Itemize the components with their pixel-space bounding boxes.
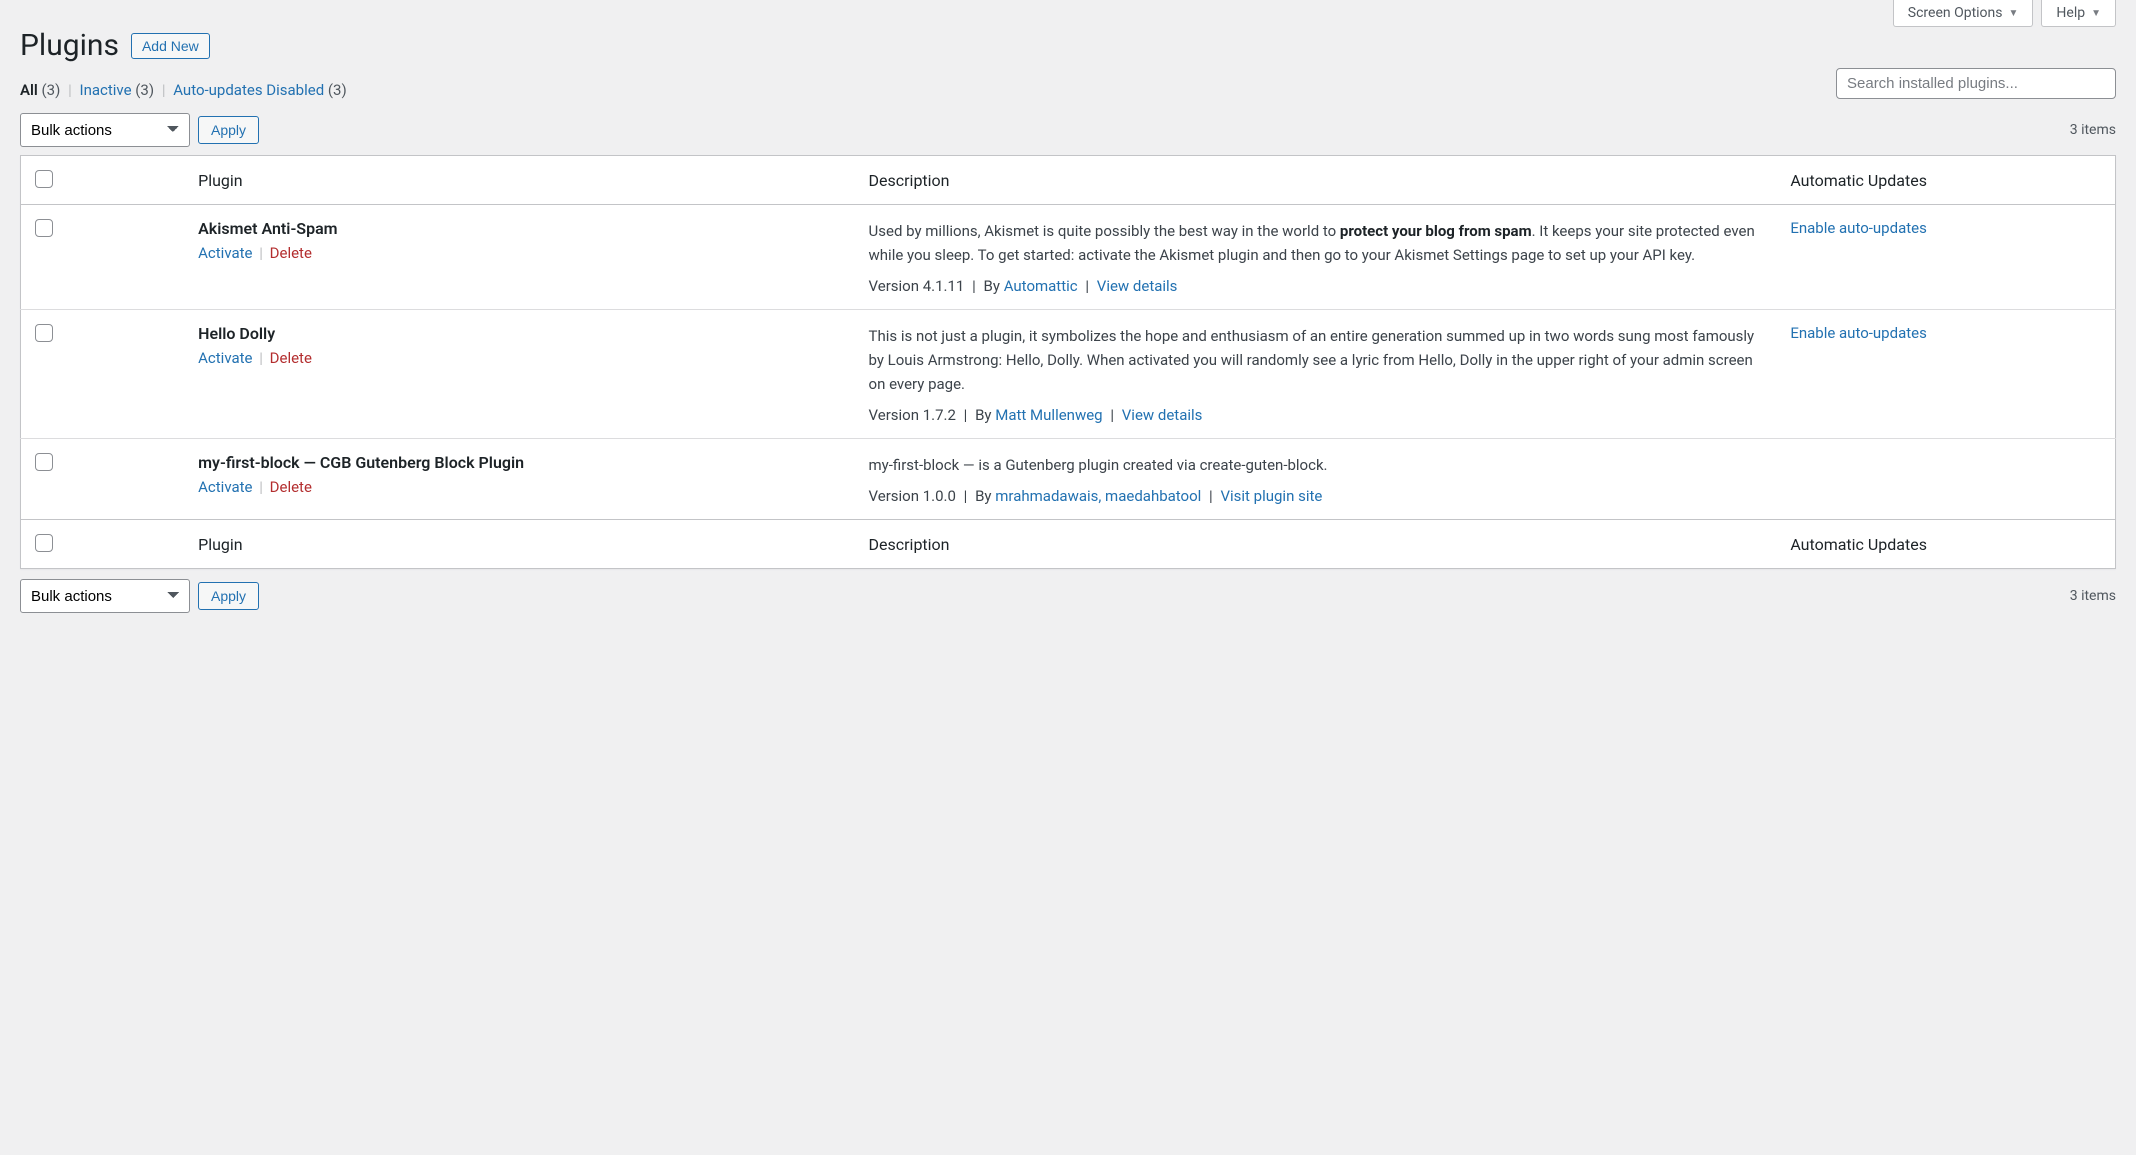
plugin-name: Akismet Anti-Spam [198, 219, 848, 238]
apply-button[interactable]: Apply [198, 582, 259, 610]
select-all-checkbox[interactable] [35, 170, 53, 188]
plugin-status-filters: All (3) | Inactive (3) | Auto-updates Di… [20, 81, 347, 99]
details-link[interactable]: View details [1122, 406, 1203, 424]
author-link[interactable]: Matt Mullenweg [995, 406, 1102, 424]
filter-inactive-count: (3) [135, 81, 154, 99]
items-count: 3 items [2070, 122, 2116, 138]
author-link[interactable]: mrahmadawais, maedahbatool [995, 487, 1201, 505]
table-row: Hello Dolly Activate | Delete This is no… [21, 310, 2116, 439]
screen-options-label: Screen Options [1908, 5, 2003, 21]
row-checkbox[interactable] [35, 219, 53, 237]
plugin-meta: Version 1.7.2 | By Matt Mullenweg | View… [869, 406, 1771, 424]
filter-all[interactable]: All [20, 81, 38, 99]
table-row: my-first-block — CGB Gutenberg Block Plu… [21, 439, 2116, 520]
items-count: 3 items [2070, 588, 2116, 604]
activate-link[interactable]: Activate [198, 349, 252, 367]
add-new-button[interactable]: Add New [131, 33, 210, 59]
help-tab[interactable]: Help ▼ [2041, 0, 2116, 27]
delete-link[interactable]: Delete [270, 478, 312, 496]
page-title: Plugins [20, 28, 119, 63]
row-checkbox[interactable] [35, 324, 53, 342]
enable-auto-updates-link[interactable]: Enable auto-updates [1790, 219, 1927, 237]
chevron-down-icon: ▼ [2091, 8, 2101, 19]
column-auto-updates: Automatic Updates [1780, 156, 2115, 205]
column-plugin: Plugin [188, 156, 858, 205]
help-label: Help [2056, 5, 2085, 21]
column-auto-updates: Automatic Updates [1780, 520, 2115, 569]
activate-link[interactable]: Activate [198, 478, 252, 496]
enable-auto-updates-link[interactable]: Enable auto-updates [1790, 324, 1927, 342]
activate-link[interactable]: Activate [198, 244, 252, 262]
chevron-down-icon: ▼ [2009, 8, 2019, 19]
search-input[interactable] [1836, 68, 2116, 99]
bulk-action-select[interactable]: Bulk actions [20, 579, 190, 613]
delete-link[interactable]: Delete [270, 349, 312, 367]
filter-all-count: (3) [42, 81, 61, 99]
filter-auto-disabled-count: (3) [328, 81, 347, 99]
plugin-meta: Version 4.1.11 | By Automattic | View de… [869, 277, 1771, 295]
screen-options-tab[interactable]: Screen Options ▼ [1893, 0, 2034, 27]
plugin-name: my-first-block — CGB Gutenberg Block Plu… [198, 453, 848, 472]
plugin-description: Used by millions, Akismet is quite possi… [869, 219, 1771, 267]
author-link[interactable]: Automattic [1004, 277, 1078, 295]
delete-link[interactable]: Delete [270, 244, 312, 262]
table-row: Akismet Anti-Spam Activate | Delete Used… [21, 205, 2116, 310]
filter-inactive[interactable]: Inactive [79, 81, 131, 99]
details-link[interactable]: Visit plugin site [1220, 487, 1322, 505]
filter-auto-disabled[interactable]: Auto-updates Disabled [173, 81, 324, 99]
plugin-name: Hello Dolly [198, 324, 848, 343]
bulk-action-select[interactable]: Bulk actions [20, 113, 190, 147]
plugin-meta: Version 1.0.0 | By mrahmadawais, maedahb… [869, 487, 1771, 505]
column-plugin: Plugin [188, 520, 858, 569]
row-checkbox[interactable] [35, 453, 53, 471]
plugin-description: my-first-block — is a Gutenberg plugin c… [869, 453, 1771, 477]
details-link[interactable]: View details [1097, 277, 1178, 295]
column-description: Description [859, 156, 1781, 205]
select-all-checkbox[interactable] [35, 534, 53, 552]
apply-button[interactable]: Apply [198, 116, 259, 144]
plugin-description: This is not just a plugin, it symbolizes… [869, 324, 1771, 396]
column-description: Description [859, 520, 1781, 569]
